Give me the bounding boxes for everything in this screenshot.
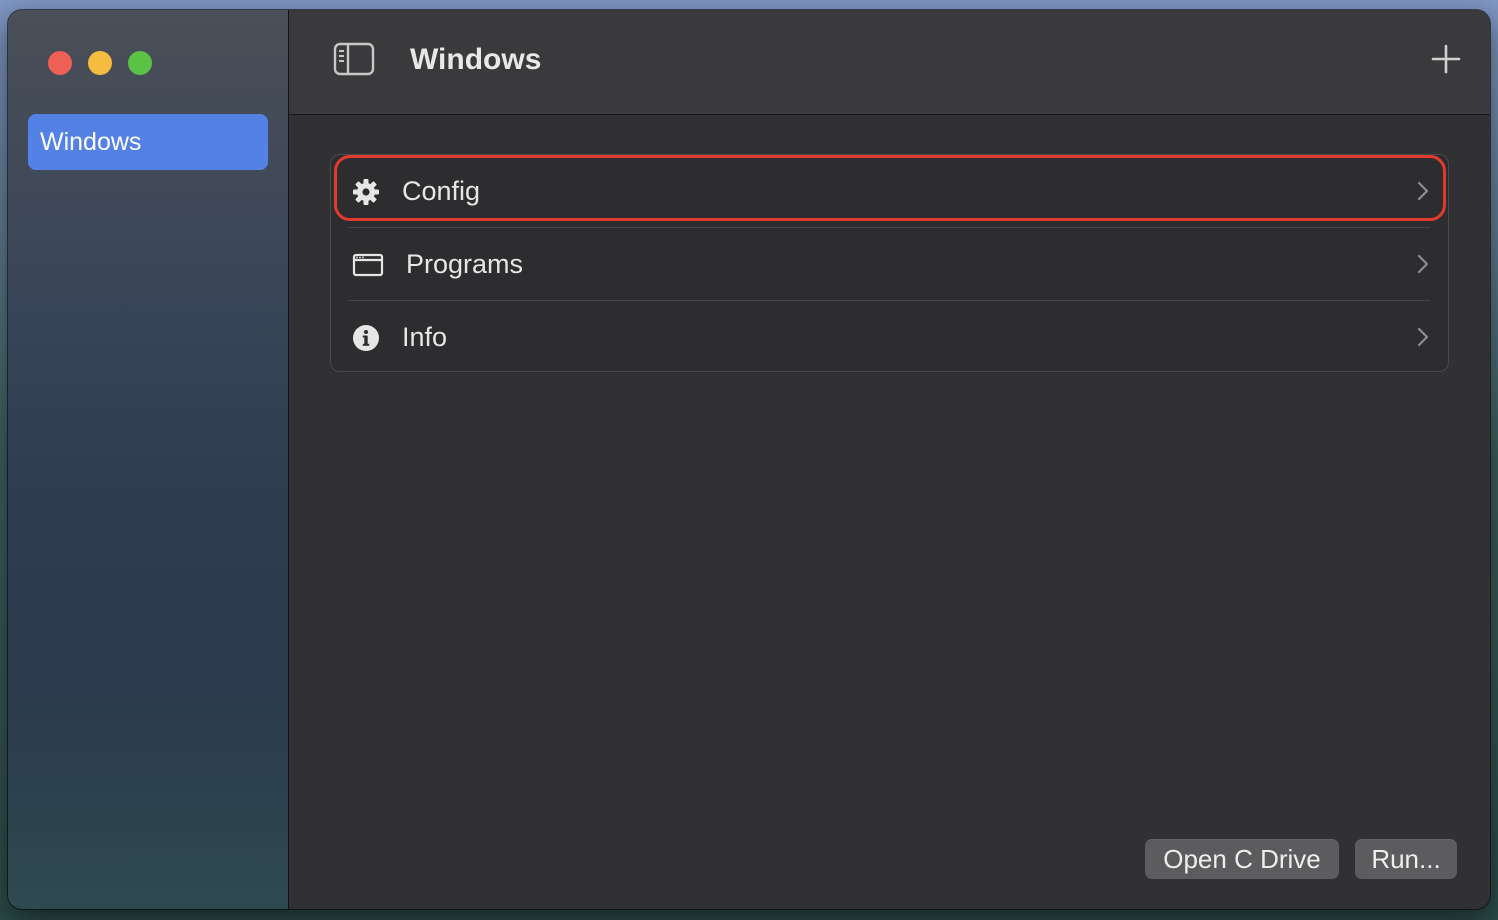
main-content: Windows Config Programs Info Open C Driv…	[289, 10, 1490, 909]
chevron-right-icon	[1416, 180, 1430, 202]
minimize-window-button[interactable]	[88, 51, 112, 75]
gear-icon	[351, 177, 381, 207]
run-button[interactable]: Run...	[1355, 839, 1457, 879]
list-item-label: Programs	[406, 249, 524, 279]
highlight-outline	[334, 155, 1446, 221]
list-item-label: Config	[402, 176, 481, 206]
close-window-button[interactable]	[48, 51, 72, 75]
sidebar-toggle-icon[interactable]	[333, 42, 375, 76]
list-item-config[interactable]: Config	[331, 155, 1448, 228]
chevron-right-icon	[1416, 253, 1430, 275]
list-item-info[interactable]: Info	[331, 301, 1448, 374]
toolbar: Windows	[289, 10, 1490, 115]
app-window-icon	[352, 250, 384, 280]
plus-icon[interactable]	[1430, 43, 1462, 75]
settings-list: Config Programs Info	[330, 154, 1449, 372]
sidebar-item-label: Windows	[40, 128, 142, 156]
list-item-label: Info	[402, 322, 448, 352]
app-window: Windows Windows Config Programs Info Ope…	[8, 10, 1490, 909]
info-icon	[351, 323, 381, 353]
page-title: Windows	[410, 43, 542, 76]
open-c-drive-button[interactable]: Open C Drive	[1145, 839, 1339, 879]
maximize-window-button[interactable]	[128, 51, 152, 75]
sidebar-item-windows[interactable]: Windows	[28, 114, 268, 170]
list-item-programs[interactable]: Programs	[331, 228, 1448, 301]
sidebar: Windows	[8, 10, 289, 909]
chevron-right-icon	[1416, 326, 1430, 348]
